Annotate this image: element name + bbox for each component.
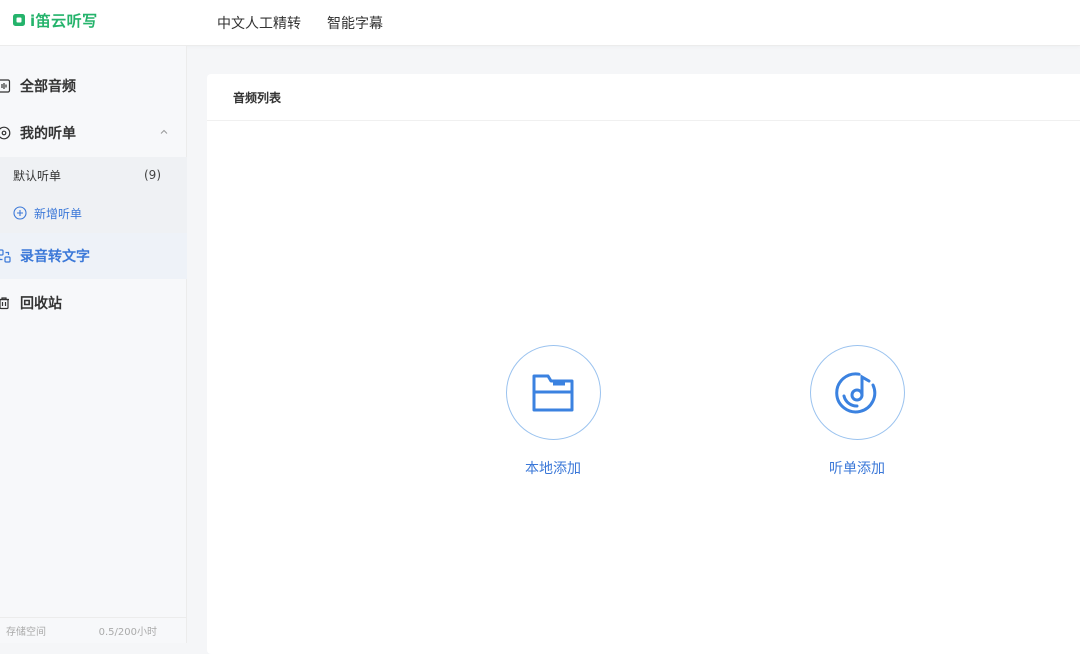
plus-circle-icon bbox=[13, 206, 27, 220]
topnav-item-human-transcription[interactable]: 中文人工精转 bbox=[217, 13, 301, 33]
sidebar-item-recycle-bin[interactable]: 回收站 bbox=[0, 280, 187, 326]
top-bar: i笛云听写 中文人工精转 智能字幕 bbox=[0, 0, 1080, 46]
new-playlist-button[interactable]: 新增听单 bbox=[0, 195, 187, 231]
panel-title: 音频列表 bbox=[233, 90, 282, 105]
audio-file-icon bbox=[0, 79, 11, 93]
new-playlist-label: 新增听单 bbox=[34, 206, 83, 221]
sidebar-item-label: 全部音频 bbox=[20, 79, 76, 95]
trash-icon bbox=[0, 297, 9, 310]
top-nav: 中文人工精转 智能字幕 bbox=[217, 0, 383, 46]
storage-value: 0.5/200小时 bbox=[98, 627, 157, 638]
app-logo[interactable]: i笛云听写 bbox=[12, 10, 98, 30]
sidebar-item-all-audio[interactable]: 全部音频 bbox=[0, 63, 187, 109]
storage-indicator: 存储空间 0.5/200小时 bbox=[0, 617, 187, 643]
audio-list-panel: 音频列表 本地添加 听单添加 bbox=[207, 74, 1080, 654]
disc-icon bbox=[0, 126, 11, 140]
local-add-button[interactable]: 本地添加 bbox=[493, 345, 613, 478]
folder-icon bbox=[532, 374, 574, 411]
local-add-circle[interactable] bbox=[505, 345, 601, 440]
storage-label: 存储空间 bbox=[6, 627, 46, 638]
convert-icon bbox=[0, 249, 11, 263]
playlist-add-label: 听单添加 bbox=[829, 461, 885, 477]
playlist-add-button[interactable]: 听单添加 bbox=[797, 345, 917, 478]
topnav-item-smart-subtitles[interactable]: 智能字幕 bbox=[327, 13, 383, 33]
sidebar-item-label: 回收站 bbox=[20, 296, 62, 312]
playlist-label: 默认听单 bbox=[13, 168, 62, 183]
sidebar: 全部音频 我的听单 默认听单 (9) 新增听单 录音转文字 回收站 存储空间 0… bbox=[0, 46, 187, 643]
sidebar-item-label: 录音转文字 bbox=[20, 249, 90, 265]
playlist-add-circle[interactable] bbox=[809, 345, 905, 440]
playlist-item-default[interactable]: 默认听单 (9) bbox=[0, 157, 187, 193]
local-add-label: 本地添加 bbox=[525, 461, 581, 477]
sidebar-item-speech-to-text[interactable]: 录音转文字 bbox=[0, 233, 187, 279]
panel-header: 音频列表 bbox=[207, 74, 1080, 121]
music-disc-icon bbox=[835, 371, 877, 413]
sidebar-item-label: 我的听单 bbox=[20, 126, 76, 142]
playlist-count: (9) bbox=[144, 168, 161, 182]
logo-text: i笛云听写 bbox=[30, 11, 98, 30]
chevron-up-icon[interactable] bbox=[159, 127, 169, 137]
logo-icon bbox=[13, 14, 25, 26]
sidebar-item-my-playlists[interactable]: 我的听单 bbox=[0, 110, 187, 156]
playlist-group: 默认听单 (9) 新增听单 bbox=[0, 157, 187, 233]
